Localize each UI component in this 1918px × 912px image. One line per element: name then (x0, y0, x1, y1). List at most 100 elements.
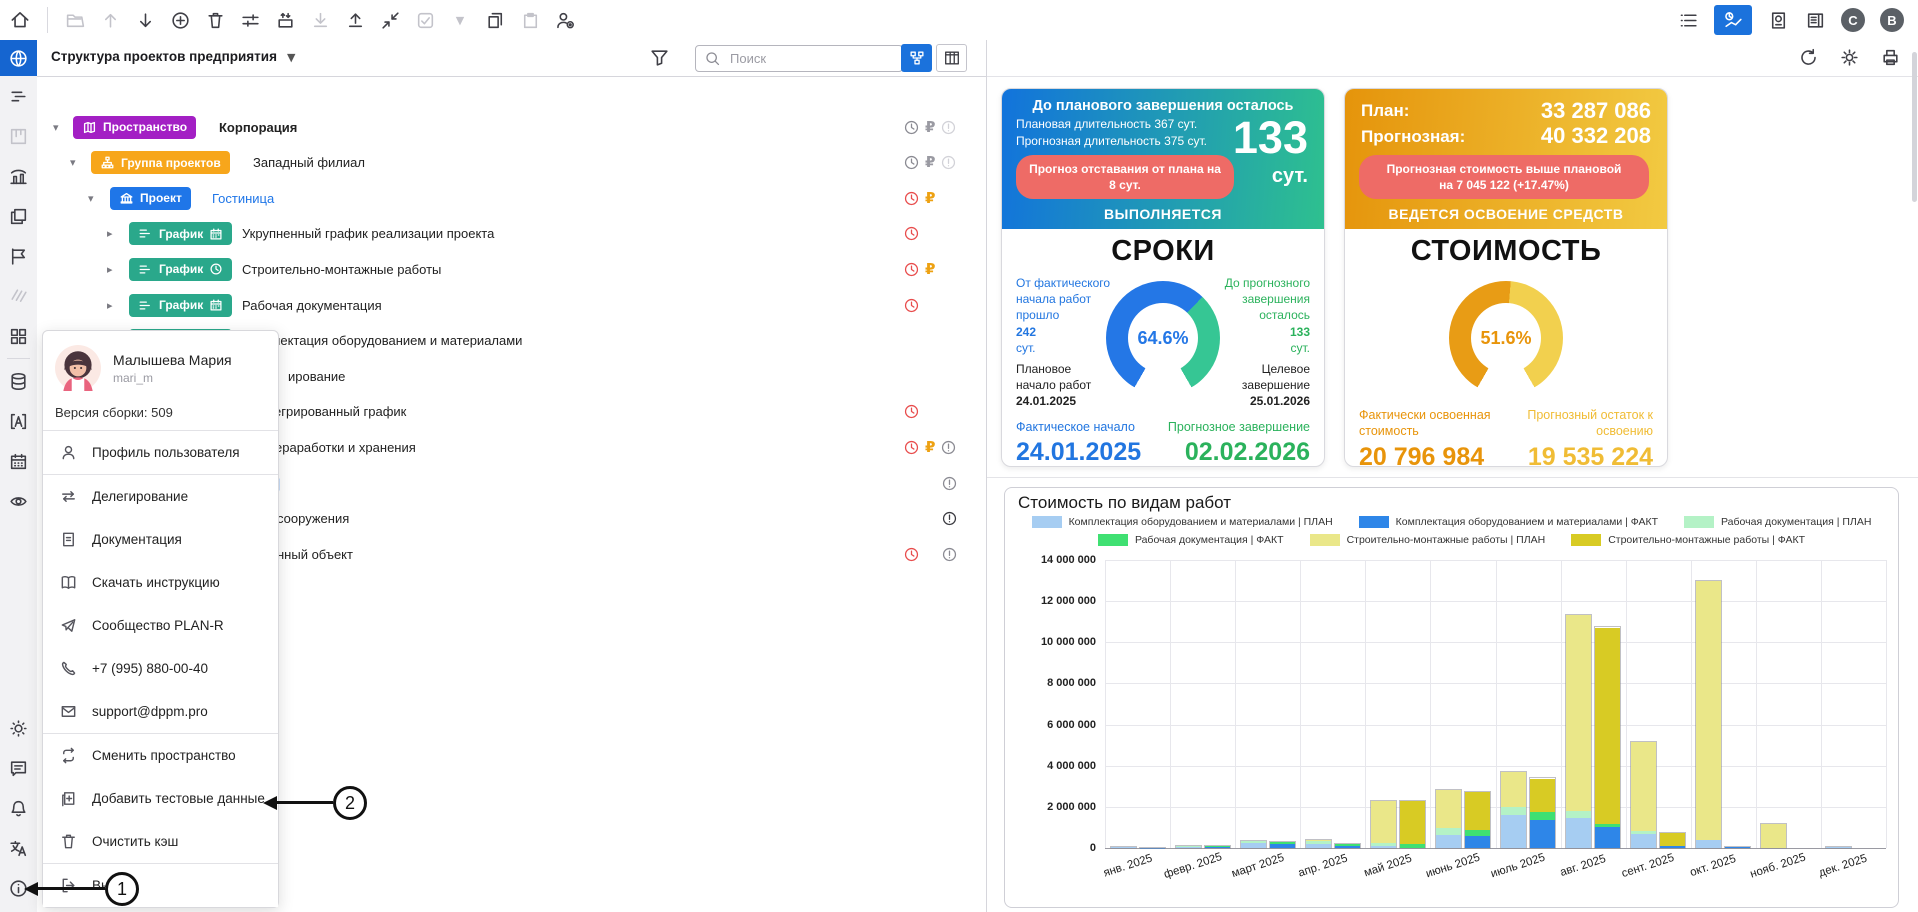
delete-item-icon[interactable] (204, 9, 226, 31)
menu-item-repeat[interactable]: Сменить пространство (43, 734, 278, 777)
sidebar-analytics-icon[interactable] (0, 156, 37, 196)
sidebar-database-icon[interactable] (0, 361, 37, 401)
time-card-title: СРОКИ (1002, 235, 1324, 268)
dashboard-view-icon[interactable] (1714, 5, 1752, 35)
bar-segment (1176, 847, 1201, 848)
tree-row[interactable]: ▾Группа проектовЗападный филиал₽ (37, 145, 986, 181)
project-passport-icon[interactable] (1767, 9, 1789, 31)
sidebar-calendar-icon[interactable] (0, 441, 37, 481)
refresh-icon[interactable] (1798, 47, 1819, 68)
annotation-arrow-2 (276, 801, 333, 804)
bar-segment (1566, 818, 1591, 848)
menu-item-phone[interactable]: +7 (995) 880-00-40 (43, 647, 278, 690)
menu-item-book[interactable]: Скачать инструкцию (43, 561, 278, 604)
sidebar-language-icon[interactable] (0, 828, 37, 868)
tree-expander-icon[interactable]: ▾ (88, 192, 94, 205)
sidebar-gantt-icon[interactable] (0, 76, 37, 116)
sidebar-theme-toggle-icon[interactable] (0, 708, 37, 748)
sidebar-modules-icon[interactable] (0, 316, 37, 356)
menu-item-swap[interactable]: Делегирование (43, 475, 278, 518)
sidebar-feedback-icon[interactable] (0, 748, 37, 788)
tree-title-dropdown[interactable]: Структура проектов предприятия▼ (51, 49, 295, 64)
home-icon[interactable] (9, 9, 31, 31)
chart-legend-row-2: Рабочая документация | ФАКТСтроительно-м… (1005, 534, 1898, 546)
cost-plan-value: 33 287 086 (1541, 98, 1651, 124)
menu-item-user[interactable]: Профиль пользователя (43, 431, 278, 474)
menu-item-send[interactable]: Сообщество PLAN-R (43, 604, 278, 647)
table-view-button[interactable] (936, 44, 967, 72)
node-type-badge: График (129, 222, 232, 245)
tree-row[interactable]: ▾ПространствоКорпорация₽ (37, 109, 986, 145)
tree-row-label: Гостиница (212, 191, 274, 206)
badge-c-icon[interactable]: C (1841, 8, 1865, 32)
user-menu-items: Профиль пользователяДелегированиеДокумен… (43, 430, 278, 907)
time-card: До планового завершения осталось Планова… (1001, 88, 1325, 467)
copy-icon[interactable] (484, 9, 506, 31)
repeat-icon (59, 746, 78, 765)
annotation-arrow-1 (37, 887, 105, 890)
sidebar-windows-icon[interactable] (0, 196, 37, 236)
tree-row[interactable]: ▸ГрафикРабочая документация (37, 287, 986, 323)
unpack-icon[interactable] (274, 9, 296, 31)
add-item-icon[interactable] (169, 9, 191, 31)
tree-row[interactable]: ▸ГрафикСтроительно-монтажные работы₽ (37, 251, 986, 287)
y-tick-label: 0 (1006, 842, 1096, 854)
list-view-icon[interactable] (1677, 9, 1699, 31)
printer-icon[interactable] (1880, 47, 1901, 68)
scrollbar[interactable] (1912, 52, 1917, 202)
cost-card: План: 33 287 086 Прогнозная: 40 332 208 … (1344, 88, 1668, 467)
tree-expander-icon[interactable]: ▾ (70, 156, 76, 169)
search-box[interactable] (695, 45, 903, 72)
legend-swatch (1032, 516, 1062, 528)
sidebar-dictionary-icon[interactable] (0, 401, 37, 441)
gridline (1821, 560, 1822, 848)
bar-segment (1566, 811, 1591, 818)
cost-by-work-chart: Стоимость по видам работ Комплектация об… (1004, 487, 1899, 908)
filter-settings-icon[interactable] (239, 9, 261, 31)
search-input[interactable] (728, 50, 882, 67)
badge-b-icon[interactable]: B (1880, 8, 1904, 32)
deadline-clock-icon (903, 154, 920, 171)
gear-icon[interactable] (1839, 47, 1860, 68)
dashboard-header-icons (1798, 47, 1901, 68)
tree-view-button[interactable] (901, 44, 932, 72)
sidebar-workspace-icon[interactable] (0, 40, 37, 76)
user-icon (59, 443, 78, 462)
cost-ruble-icon: ₽ (925, 262, 935, 277)
tree-expander-icon[interactable]: ▸ (107, 299, 113, 312)
menu-item-doc[interactable]: Документация (43, 518, 278, 561)
menu-item-mail[interactable]: support@dppm.pro (43, 690, 278, 733)
export-icon[interactable] (344, 9, 366, 31)
report-view-icon[interactable] (1804, 9, 1826, 31)
menu-item-add-doc[interactable]: Добавить тестовые данные (43, 777, 278, 820)
bar-segment (1530, 820, 1555, 848)
sidebar-watch-icon[interactable] (0, 481, 37, 521)
tree-row[interactable]: ▾ПроектГостиница₽ (37, 180, 986, 216)
sidebar-notifications-icon[interactable] (0, 788, 37, 828)
target-end-note: Целевое завершение 25.01.2026 (1214, 361, 1310, 410)
time-gauge-percent: 64.6% (1137, 328, 1188, 349)
tree-expander-icon[interactable]: ▾ (53, 121, 59, 134)
bar-fact-7 (1595, 627, 1620, 848)
tree-expander-icon[interactable]: ▸ (107, 263, 113, 276)
menu-item-logout[interactable]: Выход (43, 864, 278, 907)
legend-item: Рабочая документация | ПЛАН (1684, 516, 1871, 528)
move-up-icon (99, 9, 121, 31)
user-settings-icon[interactable] (554, 9, 576, 31)
dashboard-panel: До планового завершения осталось Планова… (986, 40, 1918, 912)
sidebar-flags-icon[interactable] (0, 236, 37, 276)
cost-ruble-icon: ₽ (925, 440, 935, 455)
collapse-all-icon[interactable] (379, 9, 401, 31)
bar-segment (1465, 792, 1490, 830)
legend-swatch (1098, 534, 1128, 546)
annotation-marker-1: 1 (105, 872, 139, 906)
bar-segment (1566, 615, 1591, 811)
cost-gauge: 51.6% (1449, 281, 1563, 395)
time-status: ВЫПОЛНЯЕТСЯ (1002, 206, 1324, 222)
move-down-icon[interactable] (134, 9, 156, 31)
sidebar-bottom-icons (0, 708, 37, 908)
filter-button[interactable] (649, 47, 670, 68)
tree-expander-icon[interactable]: ▸ (107, 227, 113, 240)
menu-item-trash[interactable]: Очистить кэш (43, 820, 278, 863)
tree-row[interactable]: ▸ГрафикУкрупненный график реализации про… (37, 216, 986, 252)
